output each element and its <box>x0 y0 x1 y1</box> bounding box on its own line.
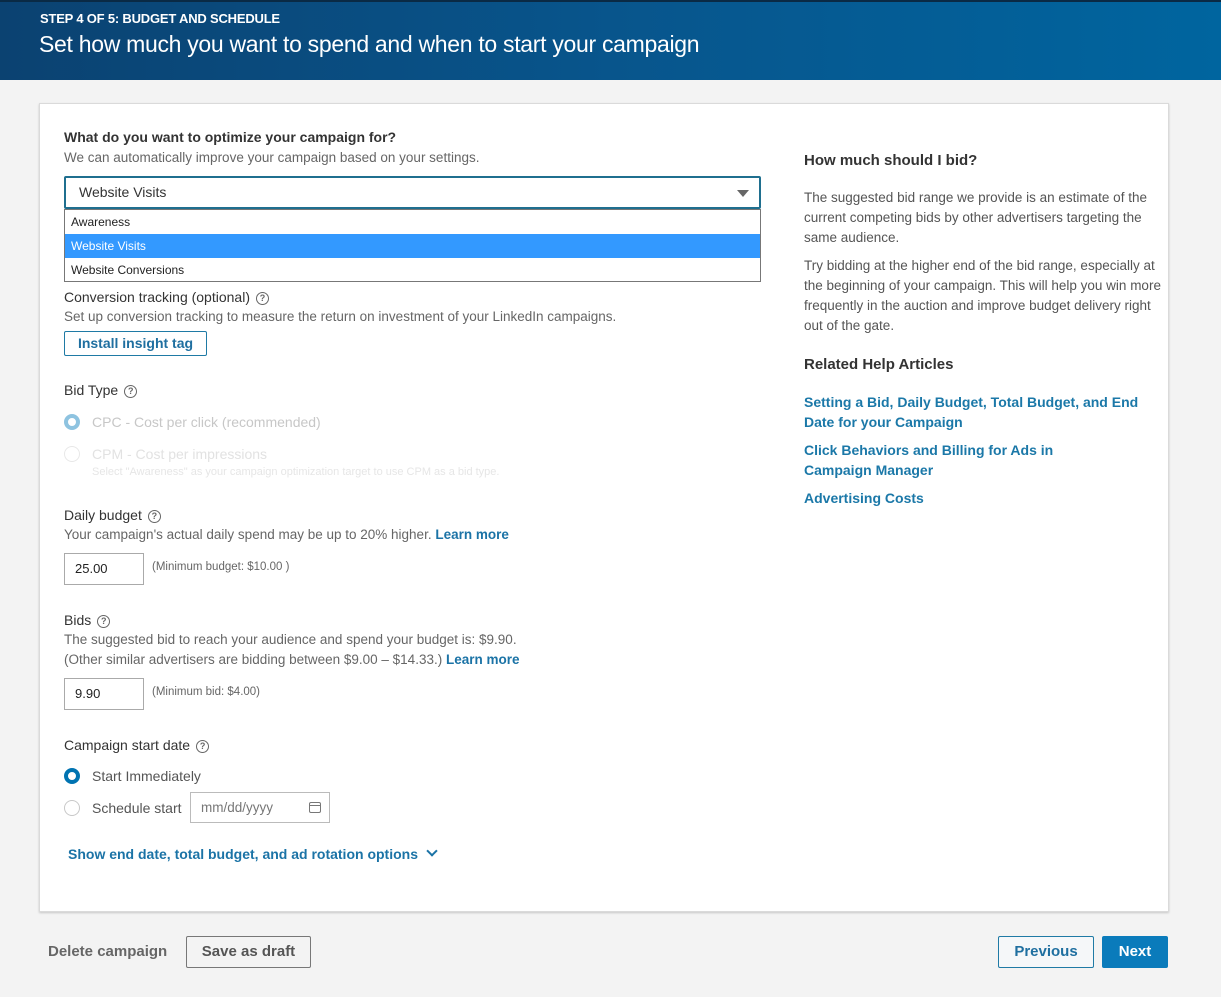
cpc-label: CPC - Cost per click (recommended) <box>92 414 321 430</box>
delete-campaign-link[interactable]: Delete campaign <box>48 943 167 960</box>
start-date-label: Campaign start date? <box>64 737 210 753</box>
optimize-select[interactable]: Website Visits <box>64 176 761 209</box>
sidebar-paragraph-1: The suggested bid range we provide is an… <box>804 190 1147 245</box>
schedule-start-radio[interactable] <box>64 800 80 816</box>
related-articles-heading: Related Help Articles <box>804 356 954 373</box>
daily-budget-label: Daily budget? <box>64 507 161 523</box>
bid-input[interactable]: 9.90 <box>64 678 144 710</box>
daily-budget-label-text: Daily budget <box>64 507 142 523</box>
help-article-link[interactable]: Setting a Bid, Daily Budget, Total Budge… <box>804 392 1144 432</box>
calendar-icon[interactable] <box>309 802 321 813</box>
option-website-visits[interactable]: Website Visits <box>65 234 760 258</box>
help-icon[interactable]: ? <box>196 740 210 753</box>
cpm-radio[interactable] <box>64 446 80 462</box>
help-article-link[interactable]: Advertising Costs <box>804 488 1144 508</box>
daily-budget-description: Your campaign's actual daily spend may b… <box>64 527 509 542</box>
sidebar-heading: How much should I bid? <box>804 152 978 169</box>
bid-type-label: Bid Type? <box>64 382 138 398</box>
cpm-hint: Select "Awareness" as your campaign opti… <box>92 466 500 478</box>
bid-minimum: (Minimum bid: $4.00) <box>152 686 261 698</box>
dropdown-arrow-icon <box>737 190 749 197</box>
previous-button[interactable]: Previous <box>998 936 1094 968</box>
page-header: STEP 4 OF 5: BUDGET AND SCHEDULE Set how… <box>0 0 1221 80</box>
step-indicator: STEP 4 OF 5: BUDGET AND SCHEDULE <box>40 11 280 26</box>
budget-schedule-card: What do you want to optimize your campai… <box>39 103 1169 912</box>
next-button[interactable]: Next <box>1102 936 1168 968</box>
daily-budget-description-text: Your campaign's actual daily spend may b… <box>64 527 432 542</box>
help-icon[interactable]: ? <box>124 385 138 398</box>
bids-label-text: Bids <box>64 612 92 628</box>
optimize-label: What do you want to optimize your campai… <box>64 129 397 145</box>
start-immediately-radio[interactable] <box>64 768 80 784</box>
conversion-tracking-label: Conversion tracking (optional)? <box>64 289 269 305</box>
chevron-down-icon <box>426 845 438 857</box>
daily-budget-input[interactable]: 25.00 <box>64 553 144 585</box>
date-placeholder: mm/dd/yyyy <box>201 800 274 815</box>
schedule-start-label: Schedule start <box>92 800 182 816</box>
sidebar-paragraph-2: Try bidding at the higher end of the bid… <box>804 258 1161 333</box>
start-date-input[interactable]: mm/dd/yyyy <box>190 792 330 823</box>
conversion-tracking-label-text: Conversion tracking (optional) <box>64 289 250 305</box>
start-date-label-text: Campaign start date <box>64 737 191 753</box>
start-immediately-label: Start Immediately <box>92 768 201 784</box>
cpc-radio[interactable] <box>64 414 80 430</box>
optimize-dropdown-list: Awareness Website Visits Website Convers… <box>64 209 761 282</box>
conversion-tracking-description: Set up conversion tracking to measure th… <box>64 309 617 324</box>
show-more-options-text: Show end date, total budget, and ad rota… <box>68 846 418 862</box>
help-icon[interactable]: ? <box>147 510 161 523</box>
bids-suggestion: The suggested bid to reach your audience… <box>64 632 517 647</box>
install-insight-tag-button[interactable]: Install insight tag <box>64 331 207 356</box>
help-icon[interactable]: ? <box>255 292 269 305</box>
bids-label: Bids? <box>64 612 111 628</box>
save-as-draft-button[interactable]: Save as draft <box>186 936 311 968</box>
help-icon[interactable]: ? <box>97 615 111 628</box>
page-title: Set how much you want to spend and when … <box>39 31 700 57</box>
bids-range: (Other similar advertisers are bidding b… <box>64 652 520 667</box>
cpm-label: CPM - Cost per impressions <box>92 446 268 462</box>
bids-range-text: (Other similar advertisers are bidding b… <box>64 652 443 667</box>
option-awareness[interactable]: Awareness <box>65 210 760 234</box>
help-article-link[interactable]: Click Behaviors and Billing for Ads in C… <box>804 440 1124 480</box>
optimize-description: We can automatically improve your campai… <box>64 150 480 165</box>
bid-type-label-text: Bid Type <box>64 382 119 398</box>
optimize-selected-value: Website Visits <box>79 184 167 200</box>
bids-learn-more-link[interactable]: Learn more <box>446 652 520 667</box>
option-website-conversions[interactable]: Website Conversions <box>65 258 760 282</box>
daily-budget-learn-more-link[interactable]: Learn more <box>435 527 509 542</box>
daily-budget-minimum: (Minimum budget: $10.00 ) <box>152 561 290 573</box>
show-more-options-link[interactable]: Show end date, total budget, and ad rota… <box>68 845 438 862</box>
